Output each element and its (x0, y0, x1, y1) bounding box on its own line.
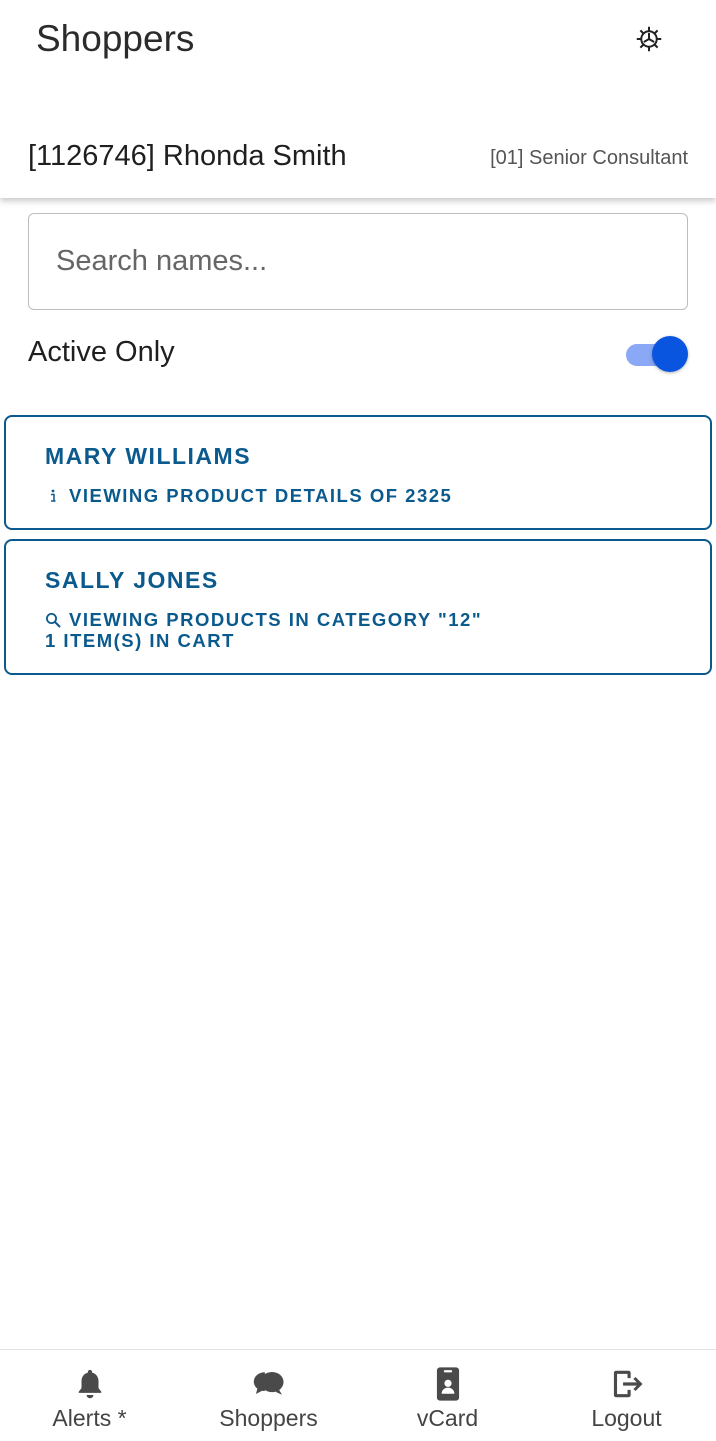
chat-bubbles-icon (251, 1366, 287, 1402)
info-icon (45, 488, 61, 504)
nav-label: Logout (591, 1405, 662, 1431)
nav-label: Alerts * (52, 1405, 127, 1431)
nav-vcard[interactable]: vCard (358, 1350, 537, 1441)
settings-button[interactable] (632, 22, 666, 56)
active-only-label: Active Only (28, 336, 175, 368)
search-icon (45, 612, 61, 628)
shopper-activity: VIEWING PRODUCTS IN CATEGORY "12" (45, 609, 672, 630)
nav-label: vCard (416, 1405, 479, 1431)
nav-alerts[interactable]: Alerts * (0, 1350, 179, 1441)
app-header: Shoppers [1126746] Rhonda Smith [01] Sen… (0, 0, 716, 198)
shopper-activity-text: VIEWING PRODUCT DETAILS OF 2325 (69, 485, 453, 506)
page-title: Shoppers (36, 18, 195, 59)
bell-icon (72, 1366, 108, 1402)
shopper-card-sally-jones[interactable]: SALLY JONES VIEWING PRODUCTS IN CATEGORY… (4, 539, 712, 675)
contact-card-icon (430, 1366, 466, 1402)
nav-label: Shoppers (219, 1405, 318, 1431)
shopper-list: MARY WILLIAMS VIEWING PRODUCT DETAILS OF… (4, 415, 712, 684)
consultant-name: [1126746] Rhonda Smith (28, 140, 347, 172)
consultant-role: [01] Senior Consultant (490, 147, 688, 169)
active-only-toggle[interactable] (624, 334, 688, 372)
toggle-thumb (652, 336, 688, 372)
active-only-row: Active Only (28, 330, 688, 376)
bottom-navigation: Alerts * Shoppers vCard Logout (0, 1349, 716, 1441)
search-box (28, 213, 688, 310)
nav-shoppers[interactable]: Shoppers (179, 1350, 358, 1441)
shopper-activity: VIEWING PRODUCT DETAILS OF 2325 (45, 485, 672, 506)
logout-icon (609, 1366, 645, 1402)
shopper-name: SALLY JONES (45, 567, 219, 593)
shopper-cart-count: 1 ITEM(S) IN CART (45, 630, 235, 651)
shopper-activity-text: VIEWING PRODUCTS IN CATEGORY "12" (69, 609, 483, 630)
gear-icon (636, 26, 662, 52)
shopper-name: MARY WILLIAMS (45, 443, 252, 469)
search-input[interactable] (29, 214, 687, 309)
shopper-card-mary-williams[interactable]: MARY WILLIAMS VIEWING PRODUCT DETAILS OF… (4, 415, 712, 530)
nav-logout[interactable]: Logout (537, 1350, 716, 1441)
